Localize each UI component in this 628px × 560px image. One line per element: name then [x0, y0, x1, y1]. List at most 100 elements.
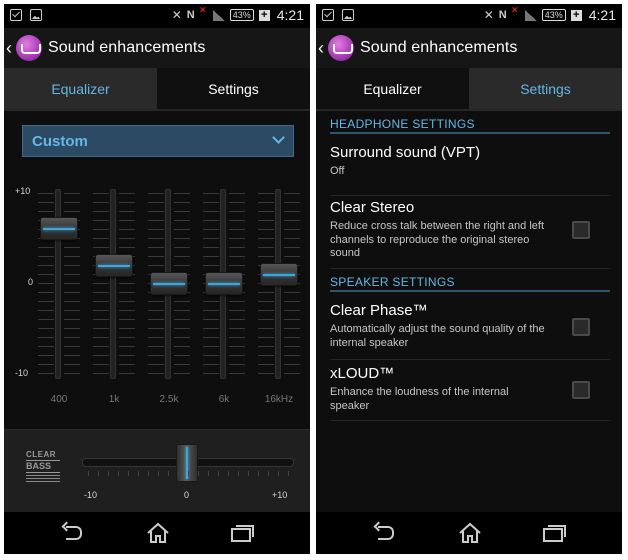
walkman-app-icon[interactable] — [16, 35, 42, 61]
band-tick — [119, 292, 135, 293]
band-tick — [284, 301, 300, 302]
clear-bass-slider-handle[interactable] — [176, 444, 198, 482]
band-tick — [284, 256, 300, 257]
band-tick — [38, 283, 54, 284]
band-tick — [258, 337, 274, 338]
signal-icon — [524, 9, 537, 21]
clear-bass-tick — [278, 471, 279, 476]
clear-phase-row[interactable]: Clear Phase™ Automatically adjust the so… — [330, 302, 610, 360]
band-tick — [119, 229, 135, 230]
preset-dropdown[interactable]: Custom — [22, 125, 294, 157]
band-tick — [148, 211, 164, 212]
clear-stereo-checkbox[interactable] — [572, 221, 590, 239]
band-slider-handle-2.5k[interactable] — [150, 272, 188, 295]
band-tick — [119, 301, 135, 302]
band-tick — [229, 256, 245, 257]
surround-sound-row[interactable]: Surround sound (VPT) Off — [330, 144, 610, 196]
tab-settings[interactable]: Settings — [469, 68, 622, 110]
band-tick — [284, 373, 300, 374]
band-tick — [93, 346, 109, 347]
band-tick — [93, 283, 109, 284]
back-icon[interactable] — [372, 521, 400, 545]
band-tick — [203, 247, 219, 248]
band-tick — [174, 229, 190, 230]
action-bar: ‹ Sound enhancements — [4, 28, 310, 68]
band-tick — [258, 373, 274, 374]
scale-max-label: +10 — [15, 186, 31, 196]
clear-bass-tick — [268, 471, 269, 476]
xloud-title: xLOUD™ — [330, 365, 395, 382]
band-tick — [258, 319, 274, 320]
up-navigation-icon[interactable]: ‹ — [318, 38, 326, 59]
recent-apps-icon[interactable] — [540, 521, 568, 545]
band-tick — [284, 211, 300, 212]
band-tick — [203, 256, 219, 257]
band-tick — [93, 301, 109, 302]
band-tick — [258, 247, 274, 248]
band-tick — [174, 256, 190, 257]
band-tick — [93, 229, 109, 230]
band-tick — [148, 202, 164, 203]
band-tick — [203, 229, 219, 230]
band-tick — [64, 328, 80, 329]
band-slider-handle-16kHz[interactable] — [260, 262, 298, 286]
band-tick — [38, 256, 54, 257]
walkman-app-icon[interactable] — [328, 35, 354, 61]
xloud-checkbox[interactable] — [572, 381, 590, 399]
band-tick — [174, 319, 190, 320]
band-tick — [64, 274, 80, 275]
clear-bass-tick — [168, 471, 169, 476]
band-tick — [284, 292, 300, 293]
band-tick — [93, 238, 109, 239]
clear-bass-tick — [178, 471, 179, 476]
band-slider-handle-6k[interactable] — [205, 272, 243, 295]
home-icon[interactable] — [144, 521, 172, 545]
band-slider-handle-1k[interactable] — [95, 253, 133, 277]
band-tick — [38, 364, 54, 365]
band-tick — [203, 301, 219, 302]
band-tick — [119, 238, 135, 239]
home-icon[interactable] — [456, 521, 484, 545]
clear-bass-tick — [88, 471, 89, 476]
band-tick — [203, 265, 219, 266]
tab-settings[interactable]: Settings — [157, 68, 310, 110]
band-tick — [148, 301, 164, 302]
chevron-down-icon — [272, 131, 285, 144]
band-tick — [93, 211, 109, 212]
image-notification-icon — [30, 9, 42, 21]
recent-apps-icon[interactable] — [228, 521, 256, 545]
xloud-desc: Enhance the loudness of the internal spe… — [330, 386, 509, 412]
tab-equalizer[interactable]: Equalizer — [316, 68, 469, 110]
band-tick — [119, 211, 135, 212]
band-slider-handle-400[interactable] — [40, 216, 78, 240]
band-tick — [258, 193, 274, 194]
band-tick — [174, 301, 190, 302]
xloud-row[interactable]: xLOUD™ Enhance the loudness of the inter… — [330, 365, 610, 421]
band-tick — [64, 355, 80, 356]
band-tick — [148, 229, 164, 230]
clear-stereo-row[interactable]: Clear Stereo Reduce cross talk between t… — [330, 199, 610, 269]
band-tick — [119, 220, 135, 221]
band-tick — [93, 364, 109, 365]
band-tick — [93, 247, 109, 248]
band-tick — [64, 202, 80, 203]
clear-bass-tick — [198, 471, 199, 476]
back-icon[interactable] — [60, 521, 88, 545]
band-track-1k[interactable] — [110, 189, 116, 379]
band-tick — [258, 301, 274, 302]
band-tick — [284, 193, 300, 194]
band-tick — [93, 193, 109, 194]
band-tick — [229, 193, 245, 194]
up-navigation-icon[interactable]: ‹ — [6, 38, 14, 59]
navigation-bar — [4, 512, 310, 554]
band-tick — [174, 364, 190, 365]
checkbox-notification-icon — [322, 9, 334, 21]
band-tick — [38, 301, 54, 302]
clear-bass-tick — [188, 471, 189, 476]
tab-divider — [4, 109, 310, 111]
band-tick — [38, 265, 54, 266]
band-tick — [119, 355, 135, 356]
clear-phase-checkbox[interactable] — [572, 318, 590, 336]
tab-equalizer[interactable]: Equalizer — [4, 68, 157, 110]
band-tick — [64, 211, 80, 212]
